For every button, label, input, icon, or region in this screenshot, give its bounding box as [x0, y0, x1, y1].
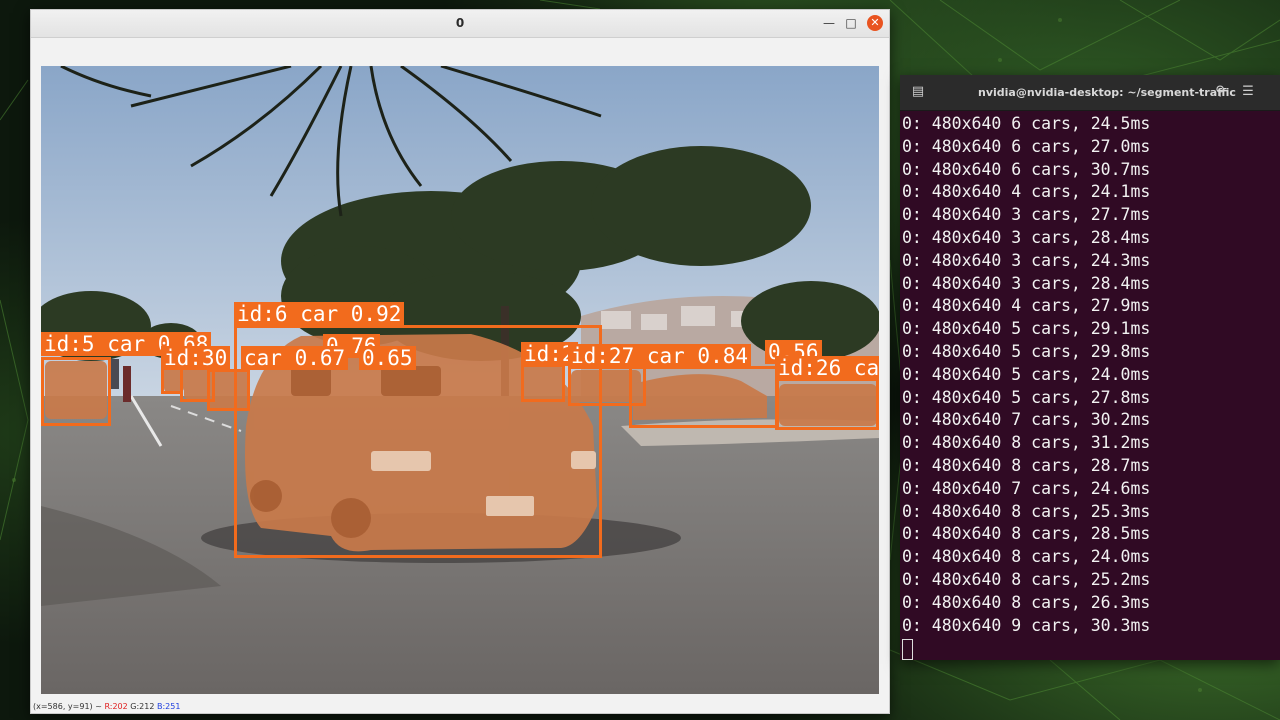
detection-label: car 0.67	[241, 346, 349, 370]
terminal-line: 0: 480x640 5 cars, 24.0ms	[902, 364, 1151, 384]
terminal-titlebar[interactable]: ▤ nvidia@nvidia-desktop: ~/segment-traff…	[900, 75, 1280, 111]
viewer-title: 0	[455, 16, 465, 30]
terminal-line: 0: 480x640 8 cars, 31.2ms	[902, 433, 1151, 453]
pixel-status-bar: (x=586, y=91) ~ R:202 G:212 B:251	[33, 702, 180, 711]
detection-box-id2	[521, 364, 565, 402]
blue-value: B:251	[157, 702, 181, 711]
terminal-line: 0: 480x640 5 cars, 29.1ms	[902, 319, 1151, 339]
new-tab-icon[interactable]: ▤	[910, 84, 926, 100]
terminal-line: 0: 480x640 5 cars, 29.8ms	[902, 341, 1151, 361]
terminal-line: 0: 480x640 6 cars, 24.5ms	[902, 114, 1151, 133]
terminal-line: 0: 480x640 3 cars, 27.7ms	[902, 205, 1151, 225]
terminal-line: 0: 480x640 6 cars, 30.7ms	[902, 159, 1151, 179]
detection-box-mid	[629, 366, 779, 428]
red-value: R:202	[104, 702, 128, 711]
terminal-line: 0: 480x640 4 cars, 27.9ms	[902, 296, 1151, 316]
detection-label: id:30	[161, 346, 231, 370]
terminal-line: 0: 480x640 8 cars, 25.3ms	[902, 501, 1151, 521]
terminal-line: 0: 480x640 3 cars, 28.4ms	[902, 227, 1151, 247]
terminal-line: 0: 480x640 8 cars, 26.3ms	[902, 592, 1151, 612]
maximize-button[interactable]: □	[843, 15, 859, 31]
viewer-titlebar[interactable]: 0 — □ ✕	[31, 10, 889, 38]
terminal-cursor	[902, 639, 913, 660]
hamburger-menu-icon[interactable]: ☰	[1240, 84, 1256, 100]
terminal-line: 0: 480x640 8 cars, 28.7ms	[902, 455, 1151, 475]
terminal-line: 0: 480x640 6 cars, 27.0ms	[902, 136, 1151, 156]
image-viewer-window: 0 — □ ✕ id:6 car 0.92 id:5 car 0.68 0.76…	[30, 9, 890, 714]
search-icon[interactable]: ⚲	[1212, 84, 1228, 100]
close-button[interactable]: ✕	[867, 15, 883, 31]
terminal-line: 0: 480x640 8 cars, 28.5ms	[902, 524, 1151, 544]
detection-box-id26	[775, 378, 879, 430]
video-frame[interactable]: id:6 car 0.92 id:5 car 0.68 0.76 id:30 c…	[41, 66, 879, 694]
terminal-line: 0: 480x640 3 cars, 24.3ms	[902, 250, 1151, 270]
terminal-line: 0: 480x640 9 cars, 30.3ms	[902, 615, 1151, 635]
terminal-title: nvidia@nvidia-desktop: ~/segment-traffic	[978, 86, 1236, 99]
detection-label: id:27 car 0.84	[568, 344, 752, 368]
terminal-line: 0: 480x640 8 cars, 24.0ms	[902, 547, 1151, 567]
terminal-output[interactable]: 0: 480x640 6 cars, 24.5ms 0: 480x640 6 ca…	[902, 113, 1280, 660]
green-value: G:212	[130, 702, 155, 711]
detection-box-id5	[41, 357, 111, 426]
terminal-line: 0: 480x640 7 cars, 30.2ms	[902, 410, 1151, 430]
terminal-line: 0: 480x640 4 cars, 24.1ms	[902, 182, 1151, 202]
terminal-line: 0: 480x640 8 cars, 25.2ms	[902, 569, 1151, 589]
terminal-window: ▤ nvidia@nvidia-desktop: ~/segment-traff…	[900, 75, 1280, 660]
detection-label: 0.65	[359, 346, 416, 370]
terminal-line: 0: 480x640 3 cars, 28.4ms	[902, 273, 1151, 293]
detection-box-small-c	[207, 369, 250, 411]
detection-label: id:6 car 0.92	[234, 302, 405, 326]
cursor-coordinates: (x=586, y=91) ~	[33, 702, 102, 711]
terminal-line: 0: 480x640 5 cars, 27.8ms	[902, 387, 1151, 407]
detection-label: id:26 ca	[775, 356, 879, 380]
terminal-line: 0: 480x640 7 cars, 24.6ms	[902, 478, 1151, 498]
minimize-button[interactable]: —	[821, 15, 837, 31]
